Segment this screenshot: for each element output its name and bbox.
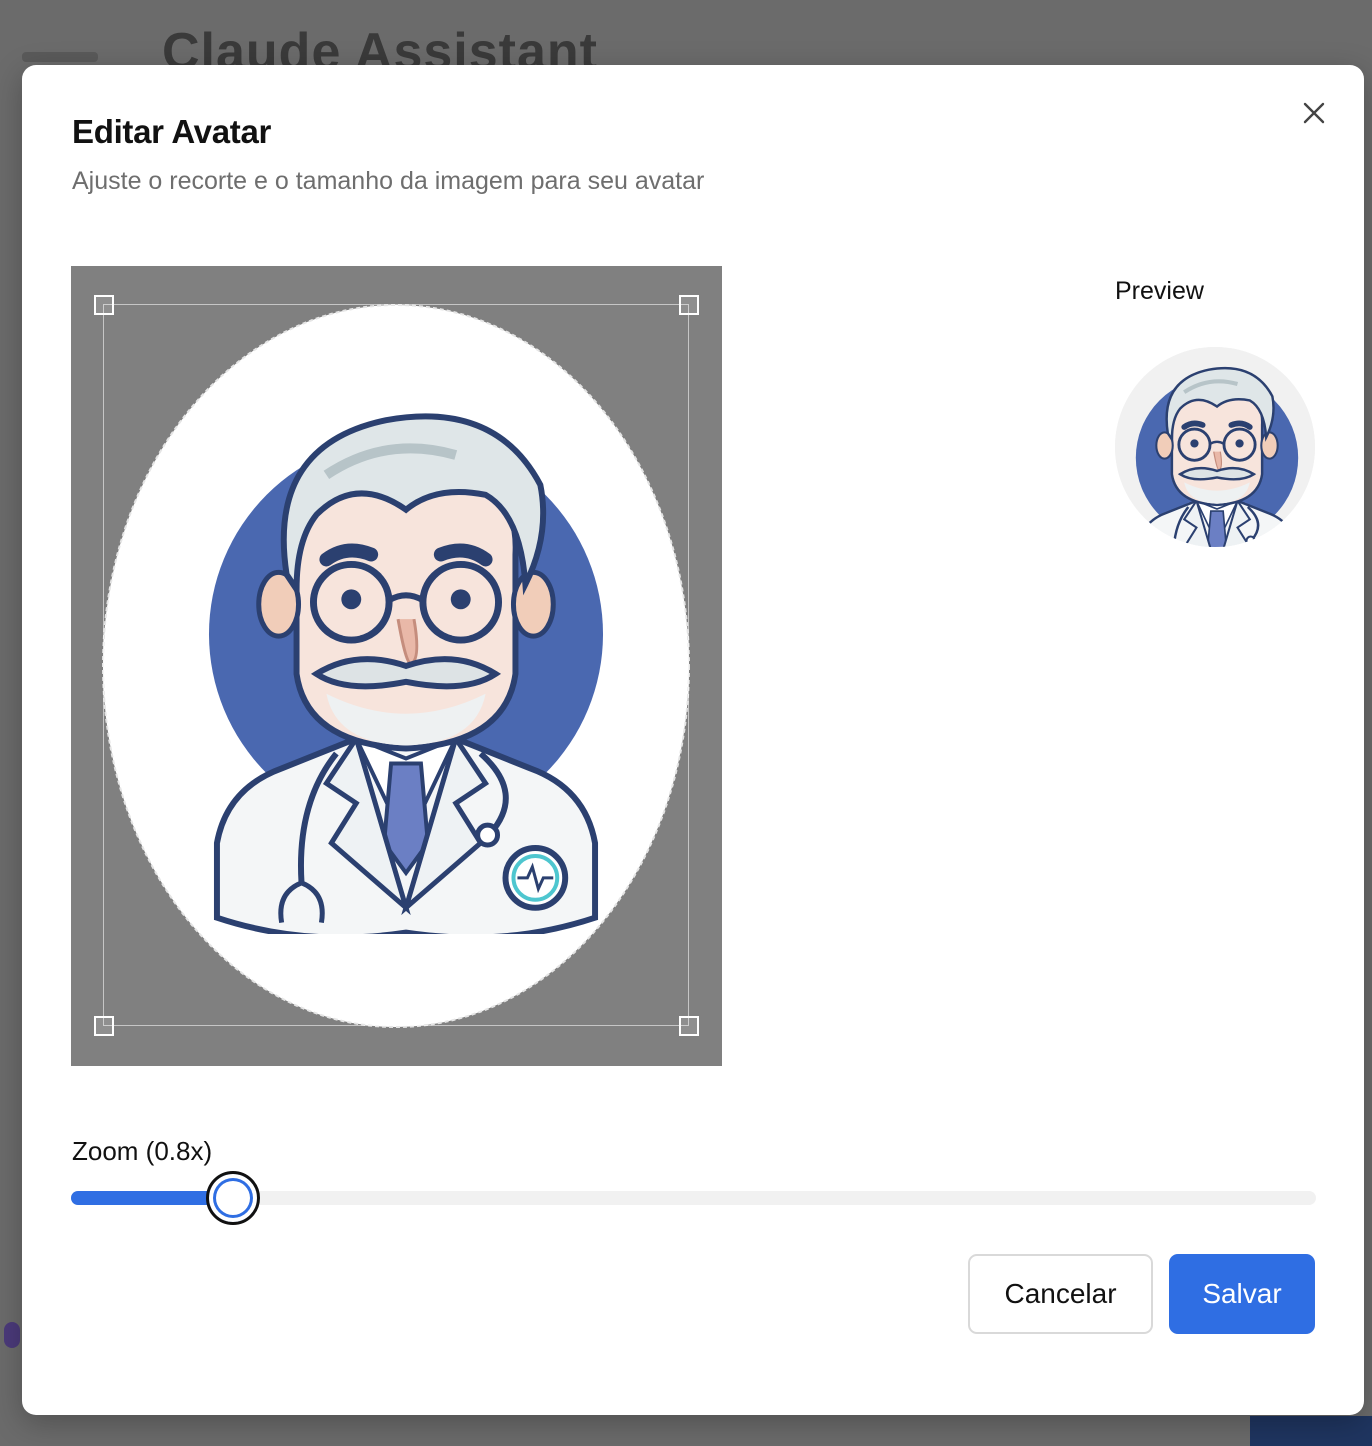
avatar-preview — [1115, 347, 1315, 547]
preview-label: Preview — [1115, 277, 1204, 305]
close-button[interactable] — [1296, 95, 1332, 131]
background-accent-dot — [4, 1322, 20, 1348]
edit-avatar-dialog: Editar Avatar Ajuste o recorte e o taman… — [22, 65, 1364, 1415]
crop-handle-top-right[interactable] — [679, 295, 699, 315]
save-button[interactable]: Salvar — [1169, 1254, 1315, 1334]
close-icon — [1303, 102, 1325, 124]
crop-handle-bottom-left[interactable] — [94, 1016, 114, 1036]
background-corner-block — [1250, 1416, 1372, 1446]
crop-handle-bottom-right[interactable] — [679, 1016, 699, 1036]
crop-selection-frame[interactable] — [103, 304, 689, 1026]
avatar-preview-image — [1115, 347, 1315, 547]
crop-area[interactable] — [71, 266, 722, 1066]
zoom-slider[interactable] — [71, 1171, 1316, 1225]
dialog-subtitle: Ajuste o recorte e o tamanho da imagem p… — [72, 167, 705, 195]
zoom-slider-thumb[interactable] — [205, 1171, 260, 1225]
background-nav-bar — [22, 52, 98, 62]
zoom-label: Zoom (0.8x) — [72, 1136, 213, 1166]
cancel-button[interactable]: Cancelar — [968, 1254, 1153, 1334]
crop-handle-top-left[interactable] — [94, 295, 114, 315]
dialog-title: Editar Avatar — [72, 113, 272, 150]
